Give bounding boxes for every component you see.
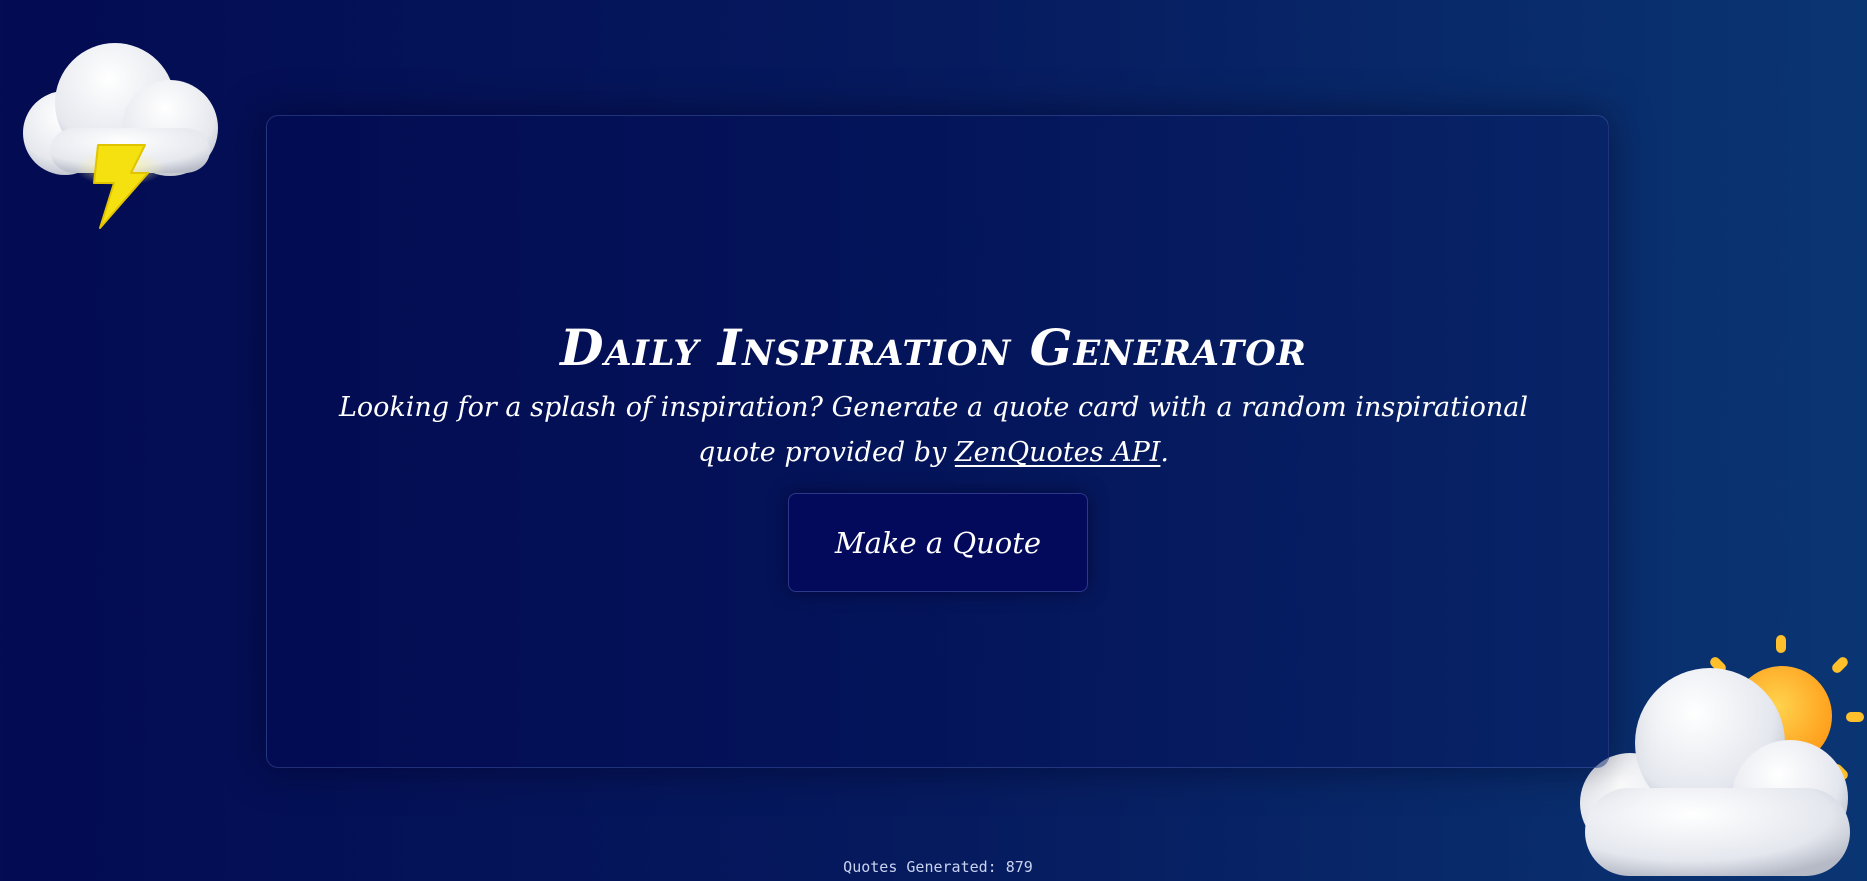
zenquotes-api-link[interactable]: ZenQuotes API	[955, 437, 1161, 468]
intro-description: Looking for a splash of inspiration? Gen…	[300, 385, 1567, 475]
page-title: Daily Inspiration Generator	[560, 318, 1307, 377]
storm-cloud-icon	[23, 43, 218, 229]
intro-text: Looking for a splash of inspiration? Gen…	[338, 392, 1528, 468]
intro-period: .	[1160, 437, 1170, 468]
make-a-quote-button[interactable]: Make a Quote	[788, 493, 1088, 592]
quotes-generated-counter: Quotes Generated: 879	[843, 858, 1033, 876]
sun-behind-cloud-icon	[1580, 635, 1864, 876]
